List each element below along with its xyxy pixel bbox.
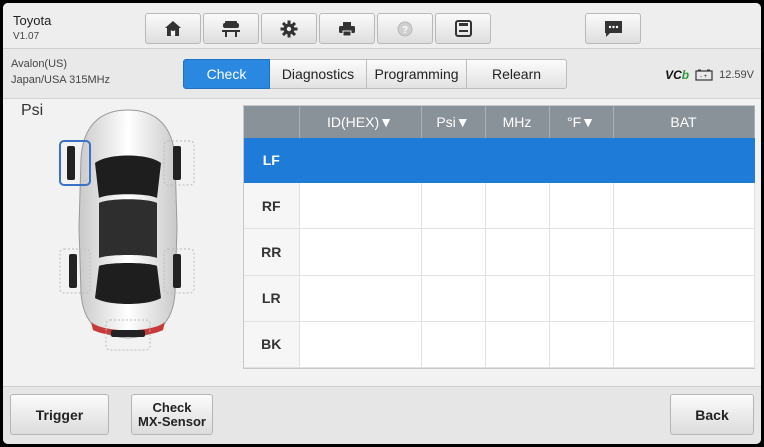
- cell-temp: [549, 138, 614, 184]
- tab-programming[interactable]: Programming: [367, 59, 467, 89]
- column-header-position: [244, 106, 300, 138]
- app-window: Toyota V1.07 M ? Avalon(US) Japan/USA 31…: [3, 3, 761, 444]
- cell-mhz: [485, 228, 550, 276]
- cell-psi: [421, 321, 486, 369]
- chat-icon: [604, 20, 622, 37]
- cell-psi: [421, 182, 486, 230]
- check-mx-sensor-line1: Check: [152, 399, 192, 415]
- vehicle-model: Avalon(US): [11, 58, 68, 70]
- gear-icon: [280, 20, 298, 37]
- vci-status: VCb - + 12.59V: [665, 68, 754, 82]
- svg-text:?: ?: [402, 25, 408, 36]
- cell-bat: [613, 321, 755, 369]
- table-row[interactable]: RR: [244, 228, 755, 276]
- tab-check[interactable]: Check: [183, 59, 270, 89]
- cell-psi: [421, 228, 486, 276]
- column-header-bat: BAT: [613, 106, 755, 138]
- cell-id: [299, 321, 422, 369]
- cell-temp: [549, 182, 614, 230]
- car-body: [78, 109, 178, 339]
- cell-psi: [421, 275, 486, 322]
- bottom-action-bar: Trigger Check MX-Sensor Back: [3, 386, 761, 444]
- printer-icon: [339, 21, 355, 36]
- row-position-label: LF: [244, 138, 300, 184]
- cell-id: [299, 138, 422, 184]
- print-button[interactable]: [319, 13, 375, 44]
- tpms-sensor-table: ID(HEX)▼ Psi▼ MHz °F▼ BAT LF RF RR LR BK: [243, 105, 755, 369]
- cell-id: [299, 275, 422, 322]
- save-button[interactable]: [435, 13, 491, 44]
- cell-temp: [549, 321, 614, 369]
- vehicle-frequency: Japan/USA 315MHz: [11, 74, 111, 86]
- column-header-id[interactable]: ID(HEX)▼: [299, 106, 422, 138]
- cell-id: [299, 228, 422, 276]
- vci-logo: VCb: [665, 68, 690, 82]
- cell-bat: [613, 275, 755, 322]
- tire-lr: [69, 254, 77, 288]
- tab-diagnostics[interactable]: Diagnostics: [270, 59, 367, 89]
- vehicle-bar: Avalon(US) Japan/USA 315MHz Check Diagno…: [3, 49, 761, 99]
- message-button[interactable]: [585, 13, 641, 44]
- table-row[interactable]: LF: [244, 138, 755, 184]
- battery-icon: - +: [695, 69, 713, 81]
- cell-mhz: [485, 138, 550, 184]
- settings-button[interactable]: [261, 13, 317, 44]
- function-tabs: Check Diagnostics Programming Relearn: [183, 59, 567, 89]
- cell-bat: [613, 138, 755, 184]
- cell-bat: [613, 228, 755, 276]
- row-position-label: BK: [244, 321, 300, 369]
- svg-text:- +: - +: [700, 74, 708, 80]
- help-button[interactable]: ?: [377, 13, 433, 44]
- cell-temp: [549, 275, 614, 322]
- tire-lf: [67, 146, 75, 180]
- app-version: V1.07: [13, 31, 40, 42]
- row-position-label: RF: [244, 182, 300, 230]
- cell-psi: [421, 138, 486, 184]
- cell-mhz: [485, 182, 550, 230]
- column-header-mhz: MHz: [485, 106, 550, 138]
- top-toolbar: Toyota V1.07 M ?: [3, 3, 761, 49]
- home-button[interactable]: M: [145, 13, 201, 44]
- tab-relearn[interactable]: Relearn: [467, 59, 567, 89]
- back-button[interactable]: Back: [670, 394, 754, 435]
- svg-text:M: M: [171, 31, 176, 37]
- pressure-unit-label: Psi: [21, 102, 44, 119]
- check-mx-sensor-line2: MX-Sensor: [138, 413, 206, 429]
- cell-mhz: [485, 275, 550, 322]
- vehicle-top-view: [59, 109, 195, 351]
- cell-bat: [613, 182, 755, 230]
- help-icon: ?: [397, 21, 413, 36]
- table-row[interactable]: LR: [244, 275, 755, 322]
- trigger-button[interactable]: Trigger: [10, 394, 109, 435]
- home-icon: M: [165, 21, 181, 37]
- row-position-label: RR: [244, 228, 300, 276]
- table-row[interactable]: BK: [244, 321, 755, 369]
- save-icon: [454, 20, 472, 37]
- column-header-psi[interactable]: Psi▼: [421, 106, 486, 138]
- tire-spare: [111, 330, 145, 337]
- vehicle-lift-button[interactable]: [203, 13, 259, 44]
- row-position-label: LR: [244, 275, 300, 322]
- vehicle-lift-icon: [222, 20, 240, 37]
- cell-temp: [549, 228, 614, 276]
- app-title: Toyota: [13, 13, 52, 28]
- tire-rf: [173, 146, 181, 180]
- column-header-temp[interactable]: °F▼: [549, 106, 614, 138]
- check-mx-sensor-button[interactable]: Check MX-Sensor: [131, 394, 213, 435]
- table-row[interactable]: RF: [244, 182, 755, 230]
- voltage-readout: 12.59V: [719, 69, 754, 81]
- table-header-row: ID(HEX)▼ Psi▼ MHz °F▼ BAT: [244, 106, 755, 138]
- cell-id: [299, 182, 422, 230]
- tire-rr: [173, 254, 181, 288]
- cell-mhz: [485, 321, 550, 369]
